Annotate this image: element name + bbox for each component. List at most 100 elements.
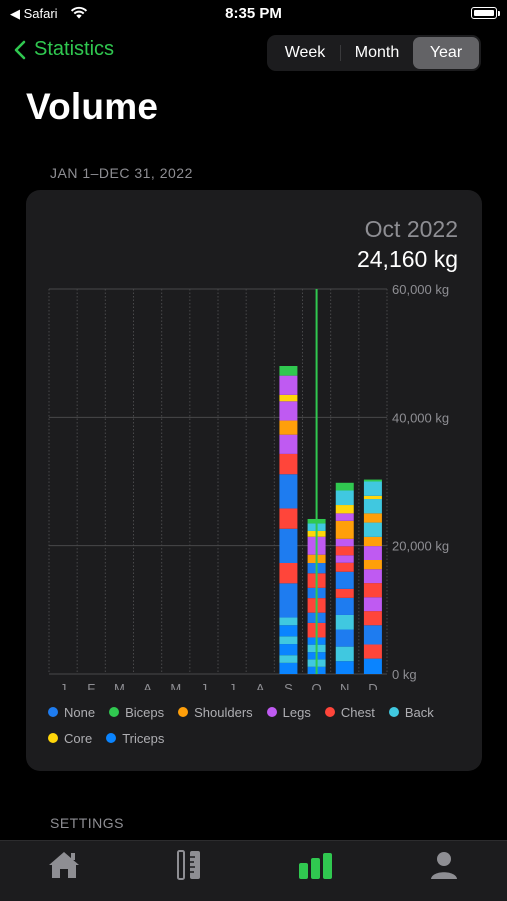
x-tick-label: J [201,681,208,690]
bar-segment [363,559,382,570]
bar-segment [363,625,382,645]
bar-segment [363,495,382,500]
legend-label: Back [404,704,434,720]
bar-segment [279,528,298,563]
tab-statistics[interactable] [297,847,337,883]
bar-segment [335,614,354,630]
bar-segment [363,597,382,612]
bar-segment [279,366,298,376]
legend-label: Shoulders [194,704,253,720]
legend-label: Core [64,730,93,746]
legend-dot [109,707,120,717]
volume-chart[interactable]: 0 kg 20,000 kg 40,000 kg 60,000 kg J F M A M J J A S… [26,190,482,690]
bar-segment [279,401,298,421]
tab-profile[interactable] [424,847,464,883]
x-tick-label: F [87,681,95,690]
bar-segment [363,611,382,626]
ruler-icon [177,850,200,880]
tab-home[interactable] [44,847,84,883]
x-tick-label: M [114,681,125,690]
bar-segment [279,655,298,663]
bar-segment [335,555,354,563]
chart-legend: None Biceps Shoulders Legs Chest Back Core Tric… [48,704,468,746]
back-label: Statistics [34,38,115,60]
bar-segment [279,636,298,645]
legend-item: Core [48,730,92,746]
bar-segment [335,588,354,598]
legend-item: Biceps [109,704,164,720]
status-time: 8:35 PM [225,5,282,22]
x-tick-label: J [229,681,236,690]
bar-segment [279,375,298,395]
legend-item: Legs [266,704,311,720]
battery-cap [498,11,500,16]
y-tick-label: 40,000 kg [392,410,449,425]
settings-header: SETTINGS [50,815,125,831]
bar-segment [335,629,354,647]
x-tick-label: N [340,681,349,690]
bar-segment [335,597,354,615]
bar-segment [363,546,382,560]
y-tick-label: 0 kg [392,667,417,682]
segment-year[interactable]: Year [413,37,479,69]
bar-segment [279,583,298,618]
chart-icon [299,853,332,879]
x-tick-label: D [368,681,377,690]
bar-segment [335,661,354,674]
y-tick-label: 20,000 kg [392,539,449,554]
legend-item: None [48,704,95,720]
period-segmented-control: Week Month Year [267,35,481,71]
legend-label: Chest [340,704,375,720]
bar-segment [363,583,382,598]
bar-segment [279,562,298,584]
bar-segment [279,453,298,475]
legend-label: Triceps [122,730,165,746]
bar-segment [279,625,298,637]
date-range: JAN 1–DEC 31, 2022 [50,165,193,181]
x-tick-label: A [143,681,152,690]
chevron-left-icon [14,40,26,59]
status-bar: ◀ Safari 8:35 PM [0,0,507,28]
bar-segment [363,513,382,523]
legend-label: Biceps [125,704,165,720]
bar-segment [335,562,354,572]
bar-segment [363,569,382,584]
bar-segment [335,513,354,521]
bar-segment [335,505,354,514]
x-tick-label: S [284,681,293,690]
tab-measurements[interactable] [170,847,210,883]
bar-segment [279,662,298,674]
bar-segment [335,571,354,589]
segment-month[interactable]: Month [341,37,413,69]
bar-segment [363,522,382,537]
battery-icon [471,7,497,19]
bar-segment [363,479,382,482]
legend-dot [266,707,277,717]
x-tick-label: J [60,681,66,690]
legend-dot [48,733,58,743]
legend-dot [178,707,189,717]
bar-segment [279,474,298,509]
legend-item: Shoulders [178,704,253,720]
bar-segment [335,538,354,547]
bar-segment [363,658,382,674]
y-tick-label: 60,000 kg [392,282,449,297]
bar-segment [279,508,298,529]
legend-dot [48,707,58,717]
x-tick-label: A [256,681,265,690]
legend-label: None [64,704,96,720]
bar-segment [335,520,354,539]
segment-week[interactable]: Week [269,37,341,69]
bar-segment [279,617,298,626]
legend-item: Back [388,704,434,720]
profile-icon [431,852,457,879]
bar-segment [279,394,298,402]
legend-dot [106,733,117,743]
legend-item: Chest [324,704,375,720]
home-icon [49,852,79,878]
back-button[interactable]: Statistics [14,38,114,61]
bar-segment [363,644,382,659]
chart-card: Oct 2022 24,160 kg 0 kg 20,000 kg 40,000 k… [26,190,482,771]
legend-label: Legs [282,704,311,720]
bar-segment [363,481,382,496]
